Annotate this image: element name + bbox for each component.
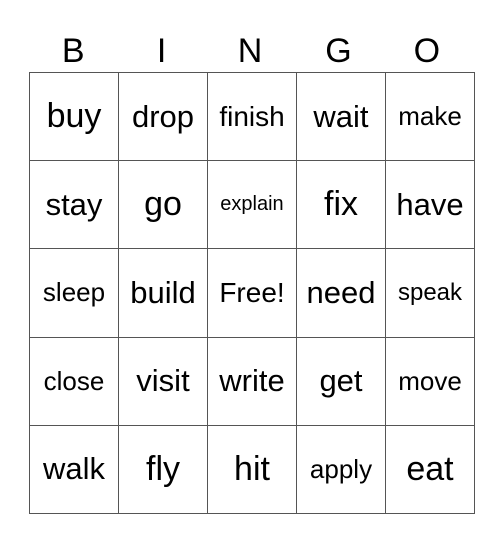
free-space-cell[interactable]: Free! <box>207 248 297 338</box>
bingo-header: B I N G O <box>29 30 471 72</box>
bingo-cell[interactable]: sleep <box>29 248 119 338</box>
bingo-cell[interactable]: buy <box>29 71 119 162</box>
bingo-cell[interactable]: go <box>118 160 208 250</box>
bingo-cell[interactable]: eat <box>385 424 475 515</box>
bingo-cell[interactable]: explain <box>207 160 297 250</box>
header-letter-n: N <box>237 32 263 70</box>
bingo-cell[interactable]: write <box>207 336 297 426</box>
header-letter-o: O <box>413 32 441 70</box>
grid-row: buy drop finish wait make <box>29 71 475 162</box>
bingo-cell[interactable]: apply <box>296 424 386 515</box>
bingo-cell[interactable]: have <box>385 160 475 250</box>
bingo-cell[interactable]: speak <box>385 248 475 338</box>
bingo-cell[interactable]: walk <box>29 424 119 515</box>
grid-row: stay go explain fix have <box>29 160 475 250</box>
header-letter-g: G <box>325 32 352 70</box>
bingo-cell[interactable]: make <box>385 71 475 162</box>
bingo-cell[interactable]: build <box>118 248 208 338</box>
header-letter-b: B <box>61 32 85 70</box>
header-letter-i: I <box>156 32 167 70</box>
bingo-cell[interactable]: stay <box>29 160 119 250</box>
bingo-cell[interactable]: fix <box>296 160 386 250</box>
bingo-cell[interactable]: get <box>296 336 386 426</box>
bingo-cell[interactable]: hit <box>207 424 297 515</box>
bingo-cell[interactable]: wait <box>296 71 386 162</box>
grid-row: close visit write get move <box>29 336 475 426</box>
bingo-grid: buy drop finish wait make stay go explai… <box>29 71 475 515</box>
bingo-cell[interactable]: fly <box>118 424 208 515</box>
bingo-cell[interactable]: visit <box>118 336 208 426</box>
grid-row: walk fly hit apply eat <box>29 424 475 515</box>
grid-row: sleep build Free! need speak <box>29 248 475 338</box>
bingo-cell[interactable]: finish <box>207 71 297 162</box>
bingo-cell[interactable]: close <box>29 336 119 426</box>
bingo-cell[interactable]: need <box>296 248 386 338</box>
bingo-cell[interactable]: move <box>385 336 475 426</box>
bingo-cell[interactable]: drop <box>118 71 208 162</box>
